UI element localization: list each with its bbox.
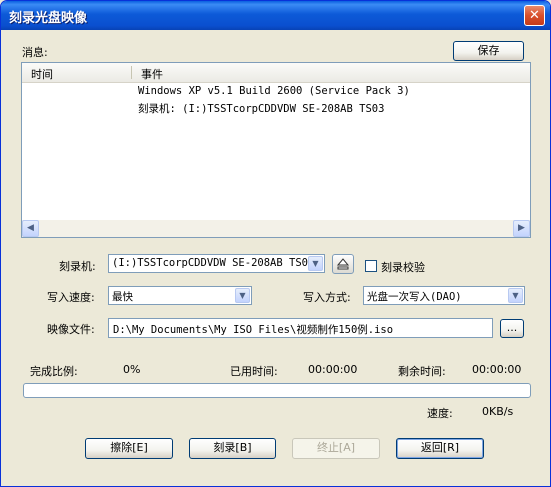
stop-button[interactable]: 终止[A] <box>292 438 380 459</box>
column-time[interactable]: 时间 <box>31 66 53 82</box>
write-mode-select[interactable]: 光盘一次写入(DAO) ▼ <box>363 286 525 305</box>
image-file-label: 映像文件: <box>47 323 95 336</box>
message-list[interactable]: 时间 事件 Windows XP v5.1 Build 2600 (Servic… <box>21 62 531 238</box>
dropdown-arrow-icon[interactable]: ▼ <box>235 288 250 303</box>
eject-button[interactable] <box>332 254 354 274</box>
burn-button[interactable]: 刻录[B] <box>189 438 276 459</box>
scroll-left-icon[interactable]: ◀ <box>22 220 39 237</box>
column-divider[interactable] <box>131 66 132 79</box>
verify-label[interactable]: 刻录校验 <box>381 259 425 275</box>
speed-value: 最快 <box>112 291 133 303</box>
image-file-value: D:\My Documents\My ISO Files\视频制作150例.is… <box>113 324 394 336</box>
write-mode-value: 光盘一次写入(DAO) <box>367 291 462 303</box>
scroll-right-icon[interactable]: ▶ <box>513 220 530 237</box>
dropdown-arrow-icon[interactable]: ▼ <box>308 256 323 271</box>
log-label: 消息: <box>22 46 48 59</box>
speed-status-value: 0KB/s <box>482 405 514 418</box>
verify-checkbox[interactable] <box>365 260 377 272</box>
write-mode-label: 写入方式: <box>303 291 351 304</box>
speed-status-label: 速度: <box>427 407 453 420</box>
save-button[interactable]: 保存 <box>453 41 524 61</box>
close-icon[interactable]: ✕ <box>524 5 545 26</box>
list-item-event: Windows XP v5.1 Build 2600 (Service Pack… <box>138 85 410 97</box>
remaining-value: 00:00:00 <box>472 363 522 376</box>
back-button[interactable]: 返回[R] <box>396 438 484 459</box>
burn-image-dialog: 刻录光盘映像 ✕ 消息: 保存 时间 事件 Windows XP v5.1 Bu… <box>0 0 551 487</box>
recorder-value: (I:)TSSTcorpCDDVDW SE-208AB TS03 <box>112 257 315 269</box>
recorder-select[interactable]: (I:)TSSTcorpCDDVDW SE-208AB TS03 ▼ <box>108 254 325 273</box>
speed-label: 写入速度: <box>47 291 95 304</box>
image-file-input[interactable]: D:\My Documents\My ISO Files\视频制作150例.is… <box>108 318 493 338</box>
list-header: 时间 事件 <box>22 63 530 83</box>
remaining-label: 剩余时间: <box>398 365 446 378</box>
recorder-label: 刻录机: <box>59 260 96 273</box>
elapsed-value: 00:00:00 <box>308 363 358 376</box>
progress-bar <box>23 383 531 398</box>
horizontal-scrollbar[interactable]: ◀ ▶ <box>22 220 530 237</box>
eject-icon <box>336 258 350 270</box>
complete-value: 0% <box>123 363 141 376</box>
column-event[interactable]: 事件 <box>141 66 163 82</box>
erase-button[interactable]: 擦除[E] <box>85 438 173 459</box>
title-bar[interactable]: 刻录光盘映像 ✕ <box>1 1 550 30</box>
list-item-event: 刻录机: (I:)TSSTcorpCDDVDW SE-208AB TS03 <box>138 103 385 115</box>
browse-button[interactable]: ... <box>500 319 524 338</box>
window-title: 刻录光盘映像 <box>9 11 88 26</box>
dropdown-arrow-icon[interactable]: ▼ <box>508 288 523 303</box>
elapsed-label: 已用时间: <box>230 365 278 378</box>
speed-select[interactable]: 最快 ▼ <box>108 286 252 305</box>
complete-label: 完成比例: <box>30 365 78 378</box>
